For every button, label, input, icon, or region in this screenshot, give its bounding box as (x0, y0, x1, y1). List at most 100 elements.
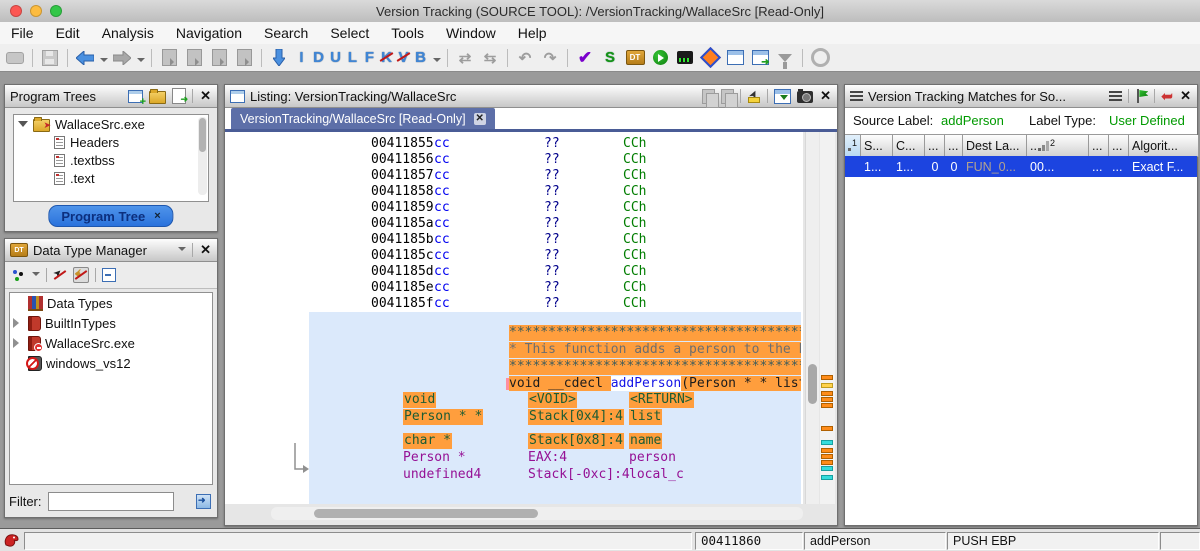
close-panel-button[interactable]: ✕ (1179, 88, 1192, 104)
menu-window[interactable]: Window (435, 22, 507, 44)
console-button[interactable] (4, 47, 26, 69)
filter-input[interactable] (48, 492, 174, 511)
table-export-button[interactable] (749, 47, 771, 69)
checkout-button[interactable] (158, 47, 180, 69)
snapshot-button[interactable] (797, 89, 813, 103)
overview-marker[interactable] (821, 440, 833, 445)
menu-edit[interactable]: Edit (45, 22, 91, 44)
horizontal-scrollbar[interactable] (271, 507, 803, 520)
tree-item-data-types[interactable]: Data Types (10, 293, 212, 313)
listing-row[interactable]: 0041185fcc??CCh (225, 296, 803, 312)
listing-header[interactable]: Listing: VersionTracking/WallaceSrc ✕ (225, 85, 837, 108)
column-header-7[interactable]: ... (1089, 135, 1109, 157)
expand-arrow-icon[interactable] (13, 318, 24, 328)
program-tree-tab-close[interactable]: × (154, 210, 160, 222)
conflict-filter-button[interactable] (73, 267, 89, 283)
function-name[interactable]: addPerson (611, 376, 681, 391)
toolbar-letter-u[interactable]: U (327, 49, 344, 66)
back-dropdown-icon[interactable] (100, 58, 108, 66)
layout-button[interactable] (11, 268, 25, 282)
script-manager-button[interactable]: S (599, 47, 621, 69)
listing-row[interactable]: 00411856cc??CCh (225, 152, 803, 168)
analyze-button[interactable] (774, 47, 796, 69)
listing-tab[interactable]: VersionTracking/WallaceSrc [Read-Only] ✕ (231, 108, 495, 129)
scrollbar-thumb[interactable] (314, 509, 538, 518)
run-button[interactable] (649, 47, 671, 69)
menu-file[interactable]: File (0, 22, 45, 44)
column-header-5[interactable]: Dest La... (963, 135, 1027, 157)
toolbar-letter-v[interactable]: V (395, 49, 412, 66)
column-header-1[interactable]: S... (861, 135, 893, 157)
column-header-6[interactable]: ..2 (1027, 135, 1089, 157)
layout-dropdown-icon[interactable] (32, 272, 40, 280)
scrollbar-thumb[interactable] (199, 118, 206, 152)
clear-code-button[interactable]: ⇄ (454, 47, 476, 69)
back-button[interactable] (74, 47, 96, 69)
program-tree-tab[interactable]: Program Tree × (48, 205, 173, 227)
listing-row[interactable]: 00411855cc??CCh (225, 136, 803, 152)
overview-marker[interactable] (821, 454, 833, 459)
toolbar-letter-l[interactable]: L (344, 49, 361, 66)
mark-done-button[interactable] (1135, 89, 1148, 103)
menu-help[interactable]: Help (507, 22, 558, 44)
param-row[interactable]: void<VOID><RETURN> (225, 392, 803, 408)
tree-item-windows-vs12[interactable]: windows_vs12 (10, 353, 212, 373)
close-panel-button[interactable]: ✕ (199, 242, 212, 258)
column-header-0[interactable]: 1 (845, 135, 861, 157)
redo-button[interactable]: ↷ (539, 47, 561, 69)
toolbar-letter-b[interactable]: B (412, 49, 429, 66)
listing-row[interactable]: 00411858cc??CCh (225, 184, 803, 200)
refresh-button[interactable] (809, 47, 831, 69)
expand-arrow-icon[interactable] (13, 338, 24, 348)
menu-search[interactable]: Search (253, 22, 319, 44)
overview-marker[interactable] (821, 460, 833, 465)
overview-marker[interactable] (821, 397, 833, 402)
toolbar-letter-f[interactable]: F (361, 49, 378, 66)
tree-item-wallacesrc-exe[interactable]: WallaceSrc.exe (10, 333, 212, 353)
listing-row[interactable]: 00411857cc??CCh (225, 168, 803, 184)
table-view-button[interactable] (724, 47, 746, 69)
save-button[interactable] (39, 47, 61, 69)
table-options-button[interactable] (1109, 91, 1122, 102)
overview-marker[interactable] (821, 426, 833, 431)
vertical-scrollbar[interactable] (805, 132, 819, 504)
cursor-location-button[interactable] (747, 89, 761, 103)
plate-comment-text[interactable]: * This function adds a person to the Per… (509, 342, 801, 358)
param-row[interactable]: Person *EAX:4person (225, 450, 803, 466)
forward-dropdown-icon[interactable] (137, 58, 145, 66)
toggle-fields-button[interactable] (774, 89, 791, 104)
collapse-all-button[interactable] (102, 268, 116, 282)
overview-marker[interactable] (821, 466, 833, 471)
panel-menu-icon[interactable] (178, 247, 186, 255)
memory-map-button[interactable] (674, 47, 696, 69)
overview-marker[interactable] (821, 375, 833, 380)
column-header-8[interactable]: ... (1109, 135, 1129, 157)
listing-row[interactable]: 0041185bcc??CCh (225, 232, 803, 248)
menu-tools[interactable]: Tools (380, 22, 435, 44)
merge-button[interactable] (233, 47, 255, 69)
listing-row[interactable]: 0041185ecc??CCh (225, 280, 803, 296)
paste-button[interactable] (721, 89, 734, 104)
tree-item-headers[interactable]: Headers (14, 133, 208, 151)
plate-comment-border[interactable]: ****************************************… (509, 359, 801, 375)
overview-marker[interactable] (821, 475, 833, 480)
checkin-button[interactable] (183, 47, 205, 69)
column-header-4[interactable]: ... (945, 135, 963, 157)
plate-comment-border[interactable]: ****************************************… (509, 325, 801, 341)
matches-selected-row[interactable]: 1...1...00FUN_0...00.........Exact F... (845, 156, 1197, 177)
tree-item-text[interactable]: .text (14, 169, 208, 187)
scrollbar-thumb[interactable] (808, 364, 817, 404)
new-tree-button[interactable] (128, 90, 143, 103)
function-signature[interactable]: void __cdecl addPerson(Person * * list, … (506, 376, 801, 392)
overview-marker-bar[interactable] (820, 132, 835, 504)
close-panel-button[interactable]: ✕ (819, 88, 832, 104)
data-type-archive-button[interactable]: DT (624, 47, 646, 69)
import-tree-button[interactable] (172, 88, 186, 104)
go-to-button[interactable] (268, 47, 290, 69)
clear-flow-button[interactable]: ⇆ (479, 47, 501, 69)
column-header-3[interactable]: ... (925, 135, 945, 157)
forward-button[interactable] (111, 47, 133, 69)
revert-button[interactable]: ➥ (1161, 88, 1173, 105)
overview-marker[interactable] (821, 383, 833, 388)
column-header-9[interactable]: Algorit... (1129, 135, 1199, 157)
